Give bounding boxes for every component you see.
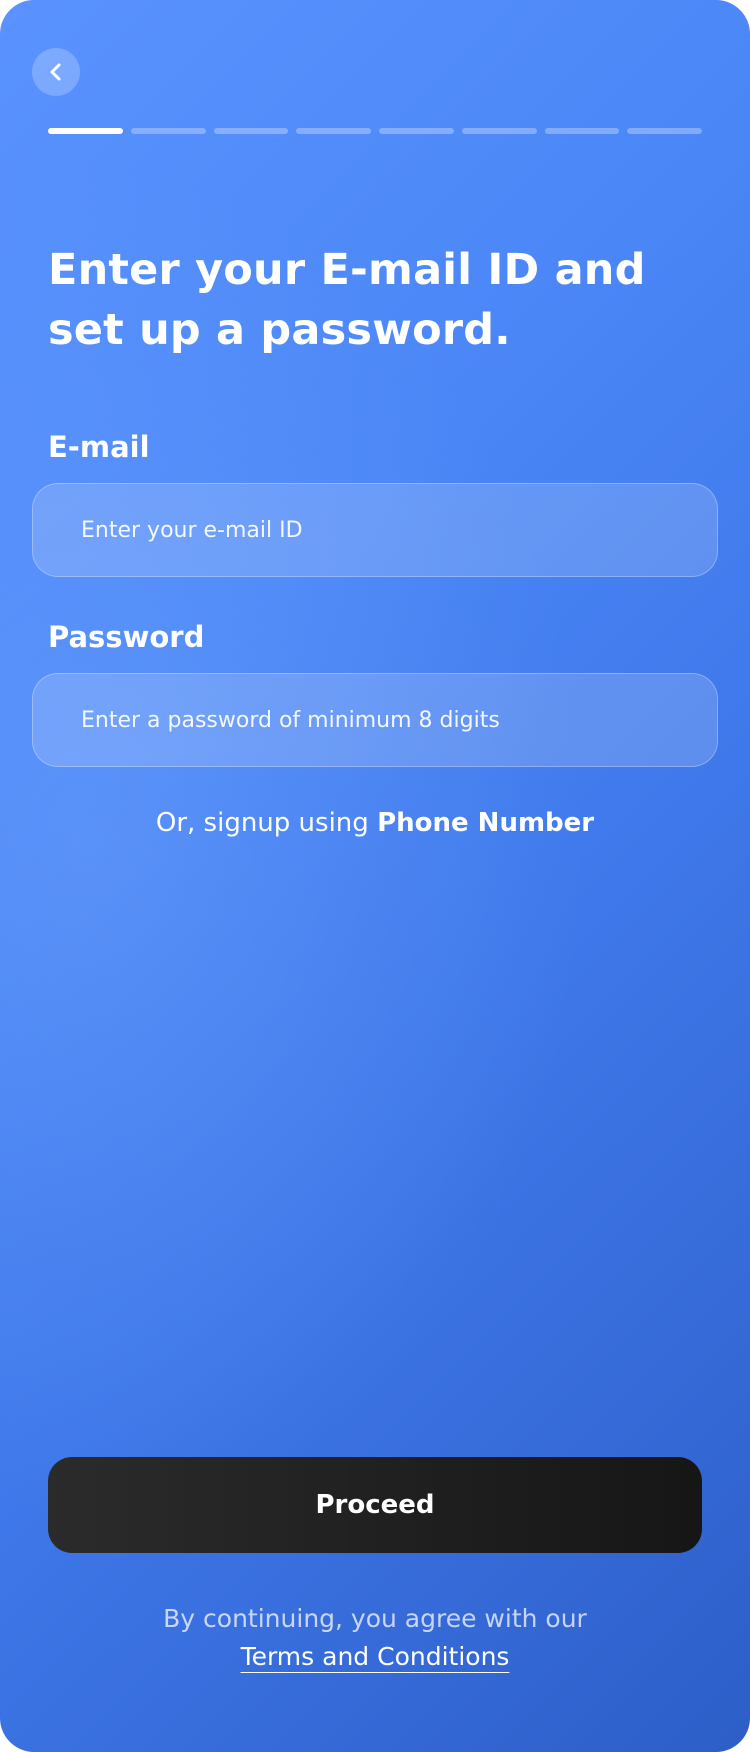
progress-step (48, 128, 123, 134)
chevron-left-icon (50, 63, 61, 81)
terms-text: By continuing, you agree with our (163, 1604, 587, 1633)
page-title: Enter your E-mail ID and set up a passwo… (48, 245, 646, 355)
proceed-button[interactable]: Proceed (48, 1457, 702, 1553)
progress-step (213, 128, 289, 134)
terms-notice: By continuing, you agree with our Terms … (0, 1600, 750, 1676)
phone-signup-link[interactable]: Phone Number (377, 808, 594, 838)
progress-step (627, 128, 702, 134)
email-field[interactable] (32, 483, 718, 577)
terms-link[interactable]: Terms and Conditions (241, 1638, 510, 1676)
progress-step (130, 128, 206, 134)
progress-step (296, 128, 371, 134)
progress-step (544, 128, 620, 134)
password-label: Password (48, 620, 205, 654)
email-label: E-mail (48, 430, 150, 464)
password-field[interactable] (32, 673, 718, 767)
progress-indicator (48, 128, 702, 134)
back-button[interactable] (32, 48, 80, 96)
alt-signup-text: Or, signup using (155, 808, 369, 838)
progress-step (461, 128, 537, 134)
progress-step (379, 128, 454, 134)
signup-screen: Enter your E-mail ID and set up a passwo… (0, 0, 750, 1752)
alt-signup: Or, signup using Phone Number (0, 805, 750, 841)
